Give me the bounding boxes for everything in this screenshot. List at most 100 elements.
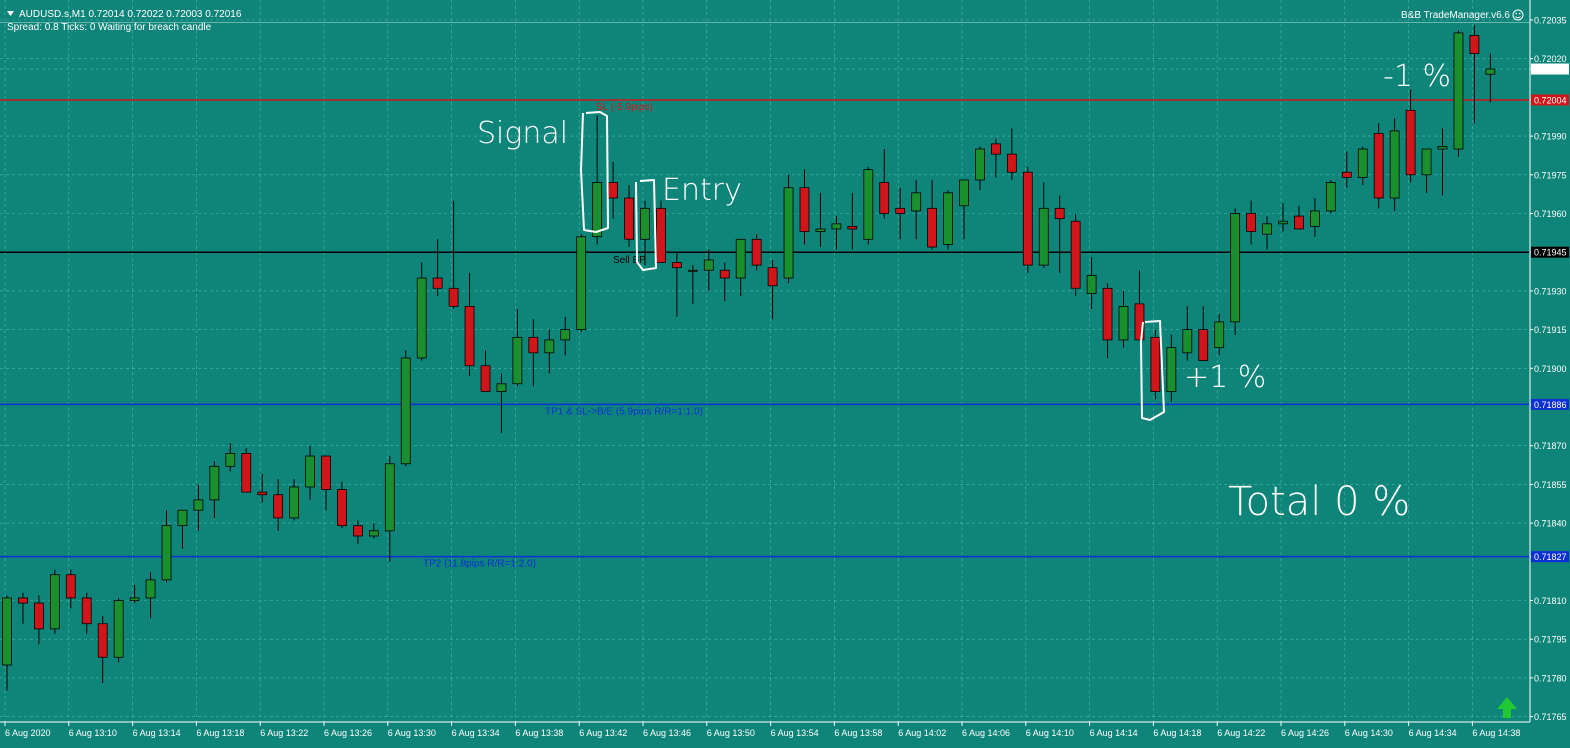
time-label: 6 Aug 13:50 — [707, 728, 755, 738]
bull-candle-body — [1325, 182, 1336, 212]
bear-candle-body — [895, 207, 906, 214]
bear-candle-body — [672, 262, 682, 269]
time-label: 6 Aug 13:46 — [643, 728, 691, 738]
bear-candle-body — [608, 182, 618, 199]
bull-candle-body — [225, 453, 236, 467]
bull-candle-body — [1230, 213, 1241, 323]
bear-candle-body — [65, 574, 76, 599]
bull-candle-body — [129, 597, 140, 601]
candle — [863, 167, 874, 245]
chart-background — [0, 0, 1570, 743]
candle — [1325, 179, 1336, 214]
candle — [751, 234, 762, 271]
price-tick: 0.71780 — [1530, 673, 1567, 683]
time-label: 6 Aug 13:30 — [388, 728, 436, 738]
time-label: 6 Aug 14:34 — [1409, 728, 1457, 738]
price-tick: 0.72035 — [1530, 16, 1567, 26]
price-label: 0.72016 — [1534, 65, 1567, 75]
bull-candle-body — [2, 597, 12, 666]
bull-candle-body — [1453, 32, 1464, 150]
time-label: 6 Aug 14:30 — [1345, 728, 1393, 738]
bear-candle-body — [1054, 207, 1065, 220]
bear-candle-body — [1373, 133, 1384, 199]
bull-candle-body — [1437, 146, 1448, 150]
time-label: 6 Aug 14:10 — [1026, 728, 1074, 738]
bull-candle-body — [703, 259, 714, 271]
bull-candle-body — [1118, 305, 1129, 341]
entry-line-label: Sell EP — [613, 255, 646, 266]
bear-candle-body — [751, 238, 762, 266]
bull-candle-body — [544, 339, 555, 354]
bull-candle-body — [1038, 207, 1049, 266]
bull-candle-body — [911, 192, 922, 212]
tp1-line-label: TP1 & SL->B/E (5.9pips R/R=1:1.0) — [545, 406, 703, 417]
price-label: 0.71765 — [1534, 712, 1567, 722]
time-label: 6 Aug 14:06 — [962, 728, 1010, 738]
bear-candle-body — [991, 143, 1001, 155]
price-label: 0.71840 — [1534, 519, 1567, 529]
chart-window[interactable]: SL (-5.9pips) Sell EP TP1 & SL->B/E (5.9pi… — [0, 0, 1570, 743]
bull-candle-body — [1214, 321, 1225, 349]
time-label: 6 Aug 13:10 — [69, 728, 117, 738]
price-tick: 0.71886 — [1530, 398, 1569, 410]
bear-candle-body — [464, 305, 475, 367]
candle — [1150, 329, 1161, 400]
bull-candle-body — [209, 465, 220, 501]
trade-manager-label: B&B TradeManager.v6.6 — [1401, 10, 1510, 21]
bull-candle-body — [592, 182, 603, 238]
bear-candle-body — [1006, 153, 1017, 173]
price-tick: 0.72020 — [1530, 54, 1567, 64]
price-tick: 0.71827 — [1530, 551, 1569, 563]
bear-candle-body — [352, 525, 363, 537]
bear-candle-body — [241, 453, 252, 493]
bull-candle-body — [1421, 148, 1432, 176]
price-label: 0.71915 — [1534, 325, 1567, 335]
time-label: 6 Aug 13:54 — [771, 728, 819, 738]
price-label: 0.71975 — [1534, 170, 1567, 180]
bear-candle-body — [432, 277, 443, 289]
time-label: 6 Aug 2020 — [5, 728, 51, 738]
candle — [1230, 208, 1241, 335]
price-chart[interactable]: SL (-5.9pips) Sell EP TP1 & SL->B/E (5.9pi… — [0, 0, 1570, 743]
price-tick: 0.71960 — [1530, 209, 1567, 219]
price-tick: 0.71945 — [1530, 246, 1569, 258]
price-tick: 0.71990 — [1530, 132, 1567, 142]
time-label: 6 Aug 13:18 — [196, 728, 244, 738]
time-label: 6 Aug 14:38 — [1472, 728, 1520, 738]
price-label: 0.72020 — [1534, 54, 1567, 64]
bull-candle-body — [576, 236, 587, 330]
bear-candle-body — [1150, 336, 1161, 392]
bear-candle-body — [656, 207, 666, 263]
entry-annotation: Entry — [662, 173, 742, 208]
bear-candle-body — [480, 365, 491, 392]
time-label: 6 Aug 14:14 — [1090, 728, 1138, 738]
price-tick: 0.71870 — [1530, 441, 1567, 451]
bull-candle-body — [496, 383, 507, 392]
time-label: 6 Aug 13:42 — [579, 728, 627, 738]
time-label: 6 Aug 13:26 — [324, 728, 372, 738]
bull-candle-body — [384, 463, 395, 532]
price-tick: 0.71930 — [1530, 286, 1567, 296]
bull-candle-body — [1485, 68, 1496, 75]
bull-candle-body — [831, 223, 842, 230]
bull-candle-body — [368, 530, 379, 537]
bear-candle-body — [847, 225, 858, 230]
bull-candle-body — [1278, 220, 1288, 225]
bull-candle-body — [1182, 329, 1193, 354]
total-annotation: Total 0 % — [1228, 479, 1410, 525]
bull-candle-body — [400, 357, 411, 465]
bear-candle-body — [1022, 171, 1033, 266]
price-tick: 0.71795 — [1530, 635, 1567, 645]
price-label: 0.71930 — [1534, 286, 1567, 296]
bear-candle-body — [799, 187, 810, 232]
bull-candle-body — [975, 148, 985, 181]
bull-candle-body — [289, 486, 300, 519]
bear-candle-body — [719, 269, 730, 279]
bull-candle-body — [1262, 223, 1272, 235]
bear-candle-body — [624, 197, 634, 240]
bull-candle-body — [863, 169, 874, 240]
time-label: 6 Aug 14:02 — [898, 728, 946, 738]
candle — [113, 597, 124, 663]
price-label: 0.71795 — [1534, 635, 1567, 645]
candle — [1389, 118, 1400, 211]
